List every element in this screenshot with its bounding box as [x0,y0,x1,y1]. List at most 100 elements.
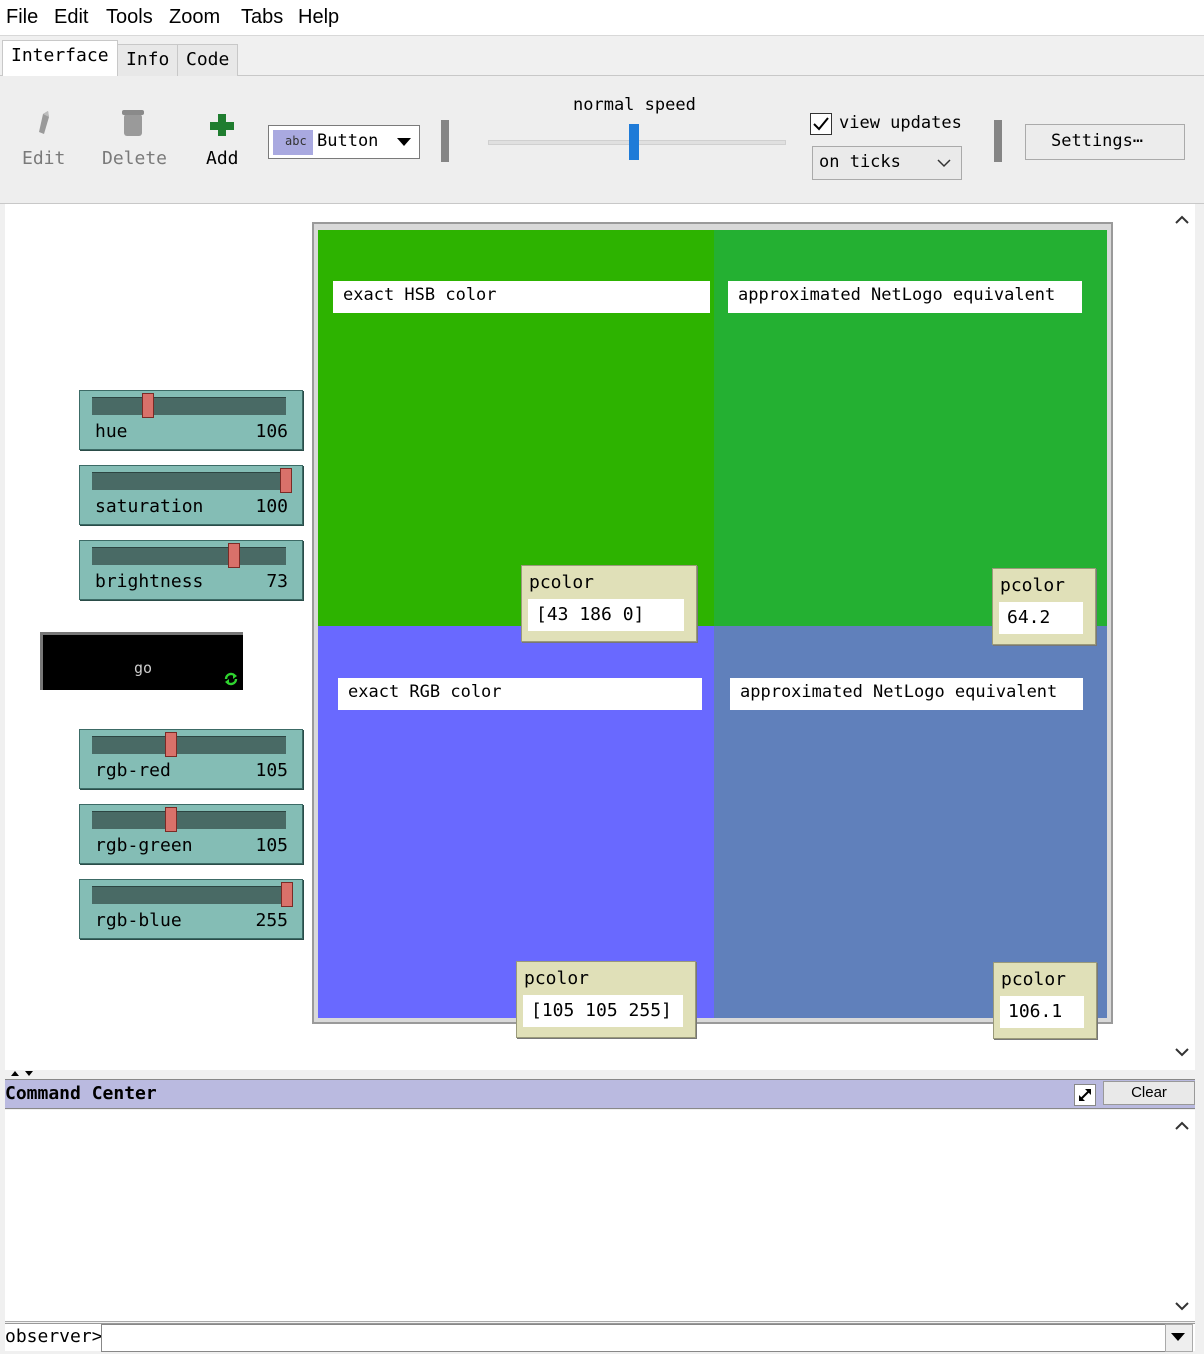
menu-edit[interactable]: Edit [54,6,88,29]
trash-icon [122,110,144,136]
pencil-icon [39,111,49,134]
tab-interface[interactable]: Interface [2,40,118,78]
slider-thumb[interactable] [281,882,293,907]
agent-selector[interactable]: observer> [5,1326,103,1347]
slider-label: rgb-blue [95,910,182,931]
slider-value: 73 [266,571,288,592]
separator [441,120,449,162]
monitor-label: pcolor [524,968,590,989]
pcolor-monitor-rgb-approx: pcolor 106.1 [993,962,1097,1039]
slider-track[interactable] [92,472,286,490]
add-label: Add [206,148,239,169]
scroll-down-icon[interactable] [1170,1294,1194,1318]
monitor-label: pcolor [529,572,595,593]
menu-tabs[interactable]: Tabs [241,6,283,29]
expand-icon[interactable] [1074,1084,1096,1106]
checkmark-icon [813,117,829,131]
slider-label: rgb-red [95,760,171,781]
slider-track[interactable] [92,547,286,565]
chevron-down-icon [937,159,951,168]
menu-zoom[interactable]: Zoom [169,6,220,29]
expand-arrows-icon [1079,1089,1091,1101]
settings-button[interactable]: Settings⋯ [1025,124,1185,160]
forever-icon [224,672,238,686]
command-center-title: Command Center [5,1083,157,1104]
monitor-value: 64.2 [999,602,1083,634]
rgb-blue-slider[interactable]: rgb-blue 255 [79,879,303,939]
add-button[interactable]: Add [200,106,250,169]
view-updates-checkbox[interactable] [810,113,832,135]
tab-info[interactable]: Info [117,44,179,77]
pcolor-monitor-rgb-exact: pcolor [105 105 255] [516,961,696,1038]
clear-button[interactable]: Clear [1103,1081,1195,1105]
slider-track[interactable] [92,736,286,754]
plus-icon [210,114,234,138]
scroll-up-icon[interactable] [1170,1114,1194,1138]
tab-bar: Interface Info Code [0,36,1204,78]
slider-label: saturation [95,496,204,517]
button-widget-icon: abc [273,130,313,155]
monitor-label: pcolor [1001,969,1067,990]
rgb-green-slider[interactable]: rgb-green 105 [79,804,303,864]
edit-label: Edit [22,148,66,169]
scroll-down-icon[interactable] [1170,1040,1194,1064]
update-mode-value: on ticks [819,152,901,172]
edit-button[interactable]: Edit [20,106,70,169]
menu-tools[interactable]: Tools [106,6,153,29]
command-center-header: Command Center [5,1079,1195,1109]
history-button[interactable] [1165,1324,1193,1352]
slider-label: brightness [95,571,204,592]
hue-slider[interactable]: hue 106 [79,390,303,450]
slider-track[interactable] [92,811,286,829]
menu-file[interactable]: File [6,6,38,29]
view-updates-label: view updates [839,113,962,133]
tab-code[interactable]: Code [177,44,239,77]
slider-thumb[interactable] [142,393,154,418]
slider-value: 106 [255,421,288,442]
command-center-output[interactable] [5,1110,1195,1322]
rgb-red-slider[interactable]: rgb-red 105 [79,729,303,789]
note-hsb-exact: exact HSB color [333,281,710,313]
menu-help[interactable]: Help [298,6,339,29]
go-button[interactable]: go [40,632,243,690]
monitor-value: 106.1 [1000,996,1084,1028]
widget-type-label: Button [317,131,379,151]
note-rgb-exact: exact RGB color [338,678,702,710]
chevron-down-icon [397,138,411,146]
menu-bar: File Edit Tools Zoom Tabs Help [0,0,1204,36]
command-input-row: observer> [5,1323,1195,1352]
delete-label: Delete [102,148,168,169]
slider-label: rgb-green [95,835,193,856]
slider-label: hue [95,421,128,442]
update-mode-select[interactable]: on ticks [812,146,962,180]
slider-thumb[interactable] [228,543,240,568]
slider-thumb[interactable] [280,468,292,493]
pcolor-monitor-hsb-approx: pcolor 64.2 [992,568,1096,645]
command-input[interactable] [101,1324,1169,1352]
slider-value: 255 [255,910,288,931]
speed-label: normal speed [573,95,696,115]
monitor-label: pcolor [1000,575,1066,596]
slider-track[interactable] [92,397,286,415]
delete-button[interactable]: Delete [100,106,170,169]
pcolor-monitor-hsb-exact: pcolor [43 186 0] [521,565,697,642]
slider-value: 105 [255,835,288,856]
monitor-value: [105 105 255] [523,995,683,1027]
slider-track[interactable] [92,886,286,904]
saturation-slider[interactable]: saturation 100 [79,465,303,525]
slider-value: 105 [255,760,288,781]
slider-value: 100 [255,496,288,517]
settings-label: Settings⋯ [1051,131,1144,151]
splitter[interactable] [5,1070,1195,1078]
go-label: go [133,659,153,677]
separator [994,120,1002,162]
slider-thumb[interactable] [165,807,177,832]
brightness-slider[interactable]: brightness 73 [79,540,303,600]
slider-thumb[interactable] [165,732,177,757]
monitor-value: [43 186 0] [528,599,684,631]
scroll-up-icon[interactable] [1170,208,1194,232]
speed-slider-thumb[interactable] [629,124,639,160]
chevron-down-icon [1171,1333,1185,1341]
note-hsb-approx: approximated NetLogo equivalent [728,281,1082,313]
widget-type-select[interactable]: abc Button [268,125,420,159]
